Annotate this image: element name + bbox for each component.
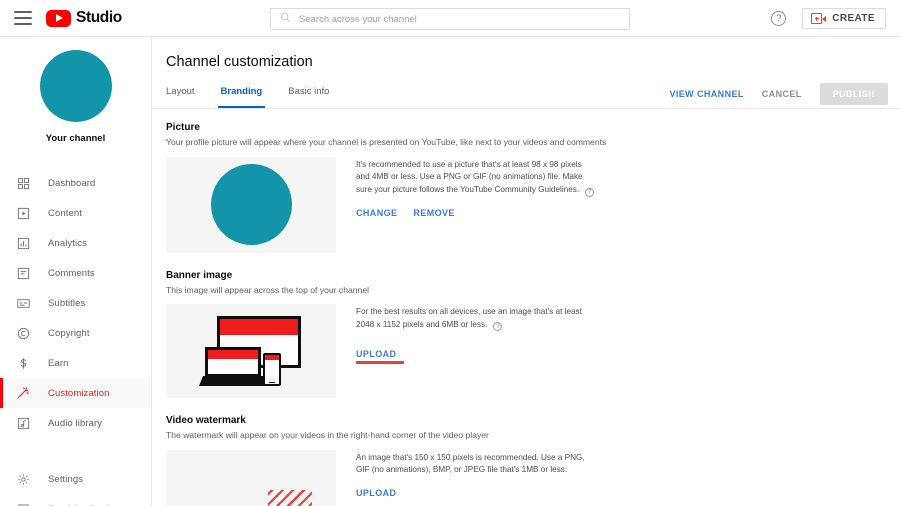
banner-upload-wrap: UPLOAD: [356, 344, 404, 364]
sidebar: Your channel Dashboard Content Analytics…: [0, 37, 152, 506]
hamburger-menu-icon[interactable]: [14, 11, 32, 25]
diagonal-stripes-icon: [268, 489, 312, 506]
channel-name: Your channel: [45, 133, 106, 144]
banner-info-text: For the best results on all devices, use…: [356, 306, 596, 332]
section-subtitle: This image will appear across the top of…: [166, 284, 370, 295]
picture-info-text: It's recommended to use a picture that's…: [356, 159, 596, 197]
sidebar-item-send-feedback[interactable]: Send feedback: [0, 494, 151, 506]
branding-sections: Picture Your profile picture will appear…: [152, 109, 900, 506]
search-icon: [280, 10, 291, 28]
tab-layout[interactable]: Layout: [166, 82, 195, 108]
section-title: Picture: [166, 122, 200, 133]
devices-illustration-icon: [199, 316, 303, 387]
upload-highlight-underline: [356, 360, 404, 364]
tabs-row: Layout Branding Basic info VIEW CHANNEL …: [152, 82, 900, 109]
sidebar-item-label: Dashboard: [48, 177, 96, 189]
section-title: Video watermark: [166, 415, 246, 427]
picture-preview[interactable]: [166, 156, 336, 253]
youtube-studio-window: Studio ? CREATE Your channel: [0, 0, 900, 506]
publish-button[interactable]: PUBLISH: [819, 83, 888, 105]
avatar[interactable]: [39, 50, 112, 122]
sidebar-item-dashboard[interactable]: Dashboard: [0, 168, 151, 198]
profile-picture-thumbnail: [210, 164, 292, 246]
sidebar-item-subtitles[interactable]: Subtitles: [0, 288, 151, 318]
sidebar-item-label: Analytics: [48, 237, 87, 249]
magic-wand-icon: [14, 384, 32, 402]
change-picture-button[interactable]: CHANGE: [356, 208, 397, 218]
content-play-icon: [14, 204, 32, 222]
sidebar-item-label: Comments: [48, 267, 95, 279]
watermark-info: An image that's 150 x 150 pixels is reco…: [356, 450, 596, 506]
video-camera-plus-icon: [811, 13, 827, 24]
picture-info: It's recommended to use a picture that's…: [356, 157, 596, 253]
sidebar-divider-space: [0, 438, 151, 464]
header-actions: VIEW CHANNEL CANCEL PUBLISH: [669, 83, 888, 105]
search-input[interactable]: [299, 13, 599, 25]
banner-info: For the best results on all devices, use…: [356, 304, 596, 398]
sidebar-item-settings[interactable]: Settings: [0, 464, 151, 494]
sidebar-item-label: Settings: [48, 473, 84, 485]
gear-icon: [14, 470, 32, 488]
sidebar-item-content[interactable]: Content: [0, 198, 151, 228]
sidebar-nav: Dashboard Content Analytics Comments Sub…: [0, 168, 151, 506]
sidebar-item-label: Content: [48, 207, 82, 219]
view-channel-button[interactable]: VIEW CHANNEL: [669, 89, 743, 99]
question-mark-icon[interactable]: ?: [585, 187, 595, 197]
search-bar[interactable]: [270, 8, 630, 30]
picture-info-sentence: It's recommended to use a picture that's…: [356, 159, 583, 194]
upload-watermark-button[interactable]: UPLOAD: [356, 488, 396, 498]
watermark-preview[interactable]: [166, 449, 336, 506]
create-button-label: CREATE: [832, 13, 875, 24]
sidebar-item-label: Customization: [48, 387, 110, 399]
banner-info-sentence: For the best results on all devices, use…: [356, 307, 582, 329]
feedback-icon: [14, 500, 32, 506]
upload-banner-button[interactable]: UPLOAD: [356, 349, 396, 359]
tab-basic-info[interactable]: Basic info: [288, 82, 329, 108]
studio-logo[interactable]: Studio: [46, 9, 122, 27]
remove-picture-button[interactable]: REMOVE: [413, 208, 454, 218]
page-title: Channel customization: [166, 54, 313, 70]
sidebar-item-label: Subtitles: [48, 297, 86, 309]
sidebar-item-customization[interactable]: Customization: [0, 378, 151, 408]
sidebar-item-label: Audio library: [48, 417, 103, 429]
picture-actions: CHANGE REMOVE: [356, 208, 596, 218]
sidebar-item-label: Earn: [48, 357, 69, 369]
sidebar-item-earn[interactable]: Earn: [0, 348, 151, 378]
audio-note-icon: [14, 414, 32, 432]
help-icon[interactable]: ?: [771, 11, 787, 26]
top-right-actions: ? CREATE: [771, 0, 886, 37]
main-content: Channel customization Layout Branding Ba…: [152, 37, 900, 506]
watermark-actions: UPLOAD: [356, 488, 596, 498]
section-video-watermark: Video watermark The watermark will appea…: [166, 415, 886, 506]
section-subtitle: The watermark will appear on your videos…: [166, 430, 489, 441]
brand-text: Studio: [76, 9, 122, 26]
sidebar-item-comments[interactable]: Comments: [0, 258, 151, 288]
comments-chat-icon: [14, 264, 32, 282]
top-navigation-bar: Studio ? CREATE: [0, 0, 900, 37]
section-subtitle: Your profile picture will appear where y…: [166, 137, 607, 147]
watermark-info-text: An image that's 150 x 150 pixels is reco…: [356, 452, 585, 475]
sidebar-item-analytics[interactable]: Analytics: [0, 228, 151, 258]
dashboard-grid-icon: [14, 174, 32, 192]
section-picture: Picture Your profile picture will appear…: [166, 122, 886, 253]
analytics-bar-chart-icon: [14, 234, 32, 252]
banner-preview[interactable]: [166, 304, 336, 399]
sidebar-item-audio-library[interactable]: Audio library: [0, 408, 151, 438]
create-button[interactable]: CREATE: [802, 8, 886, 29]
earn-dollar-icon: [14, 354, 32, 372]
youtube-logo-icon: [46, 9, 71, 27]
subtitles-cc-icon: [14, 294, 32, 312]
sidebar-item-copyright[interactable]: Copyright: [0, 318, 151, 348]
section-banner-image: Banner image This image will appear acro…: [166, 270, 886, 399]
channel-block[interactable]: Your channel: [0, 37, 151, 144]
tab-branding[interactable]: Branding: [217, 82, 265, 109]
cancel-button[interactable]: CANCEL: [762, 89, 802, 99]
copyright-icon: [14, 324, 32, 342]
section-title: Banner image: [166, 269, 233, 281]
sidebar-item-label: Copyright: [48, 327, 90, 339]
question-mark-icon[interactable]: ?: [493, 322, 503, 332]
